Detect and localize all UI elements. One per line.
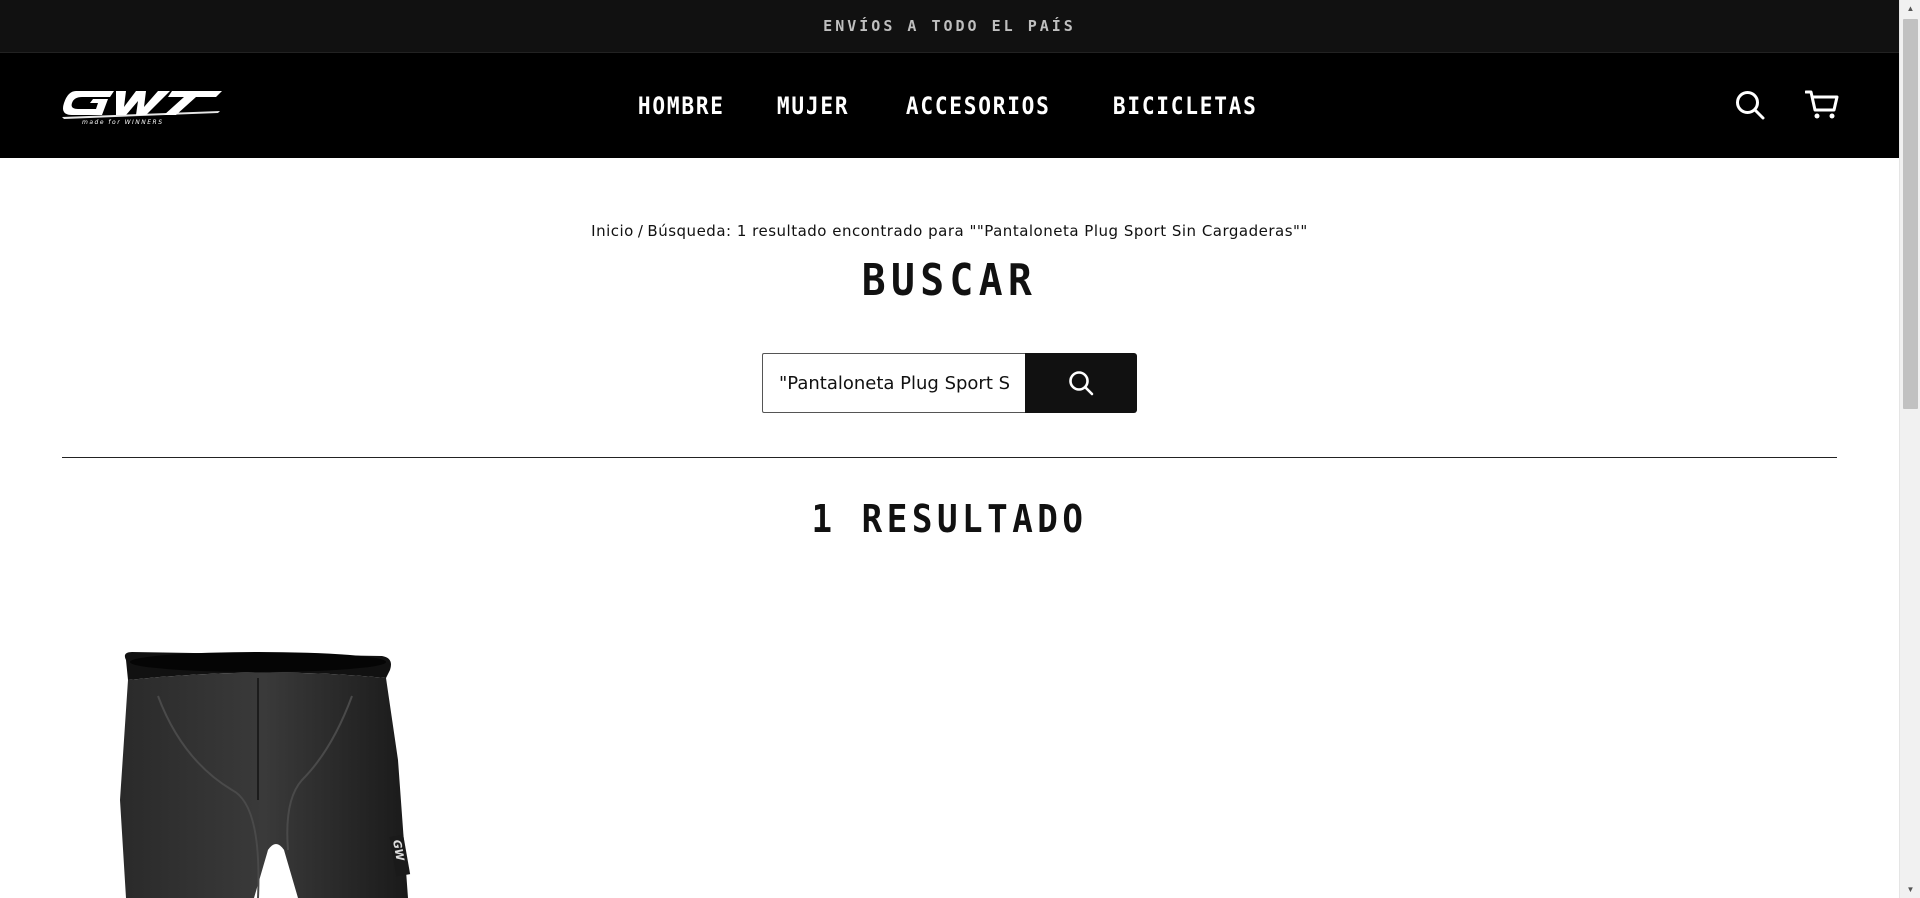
breadcrumb-current: Búsqueda: 1 resultado encontrado para ""… bbox=[647, 222, 1308, 240]
page-title: BUSCAR bbox=[861, 255, 1038, 306]
search-form bbox=[762, 353, 1137, 413]
page: ENVÍOS A TODO EL PAÍS made for WINNERS H… bbox=[0, 0, 1920, 898]
announcement-text: ENVÍOS A TODO EL PAÍS bbox=[823, 17, 1076, 35]
product-image: GW bbox=[120, 652, 411, 898]
section-divider bbox=[62, 457, 1837, 458]
nav-item-mujer[interactable]: MUJER bbox=[777, 92, 849, 120]
header-actions bbox=[1733, 88, 1839, 122]
search-icon bbox=[1069, 371, 1094, 396]
search-icon bbox=[1736, 91, 1765, 120]
page-scrollbar[interactable]: ▲ ▼ bbox=[1899, 0, 1920, 898]
nav-item-bicicletas[interactable]: BICICLETAS bbox=[1113, 92, 1258, 120]
header-cart-button[interactable] bbox=[1805, 88, 1839, 122]
nav-item-accesorios[interactable]: ACCESORIOS bbox=[906, 92, 1051, 120]
scrollbar-thumb[interactable] bbox=[1903, 19, 1918, 409]
scroll-up-arrow-icon[interactable]: ▲ bbox=[1900, 0, 1920, 17]
site-header: made for WINNERS HOMBRE MUJER ACCESORIOS… bbox=[0, 53, 1899, 158]
product-card[interactable]: GW bbox=[62, 600, 422, 898]
results-count: 1 RESULTADO bbox=[811, 497, 1088, 541]
breadcrumb-home-link[interactable]: Inicio bbox=[591, 222, 634, 240]
cart-icon bbox=[1805, 90, 1839, 119]
breadcrumb: Inicio / Búsqueda: 1 resultado encontrado … bbox=[0, 222, 1899, 240]
search-input[interactable] bbox=[762, 353, 1025, 413]
announcement-bar: ENVÍOS A TODO EL PAÍS bbox=[0, 0, 1899, 53]
breadcrumb-separator: / bbox=[637, 222, 644, 240]
nav-item-hombre[interactable]: HOMBRE bbox=[637, 92, 724, 120]
header-search-button[interactable] bbox=[1733, 88, 1767, 122]
search-submit-button[interactable] bbox=[1025, 353, 1137, 413]
scroll-down-arrow-icon[interactable]: ▼ bbox=[1900, 881, 1920, 898]
main-nav: HOMBRE MUJER ACCESORIOS BICICLETAS bbox=[0, 53, 1899, 158]
